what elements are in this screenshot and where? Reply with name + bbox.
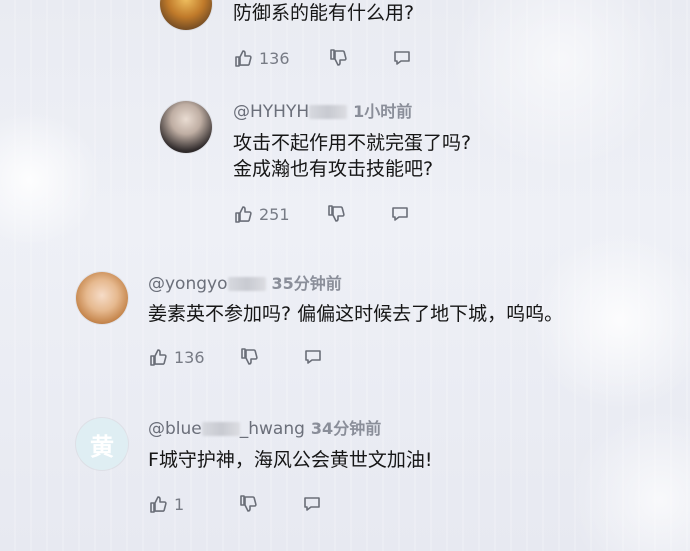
avatar[interactable] xyxy=(160,0,212,30)
username-redacted xyxy=(201,422,240,436)
comment-meta: @HYHYH 1小时前 xyxy=(233,98,412,122)
reply-button[interactable] xyxy=(303,347,323,367)
avatar[interactable] xyxy=(160,101,212,153)
comment-meta: @blue _hwang 34分钟前 xyxy=(148,415,381,439)
username-redacted xyxy=(227,277,266,291)
username-redacted xyxy=(309,105,348,119)
comment-text: F城守护神，海风公会黄世文加油! xyxy=(148,449,433,471)
comment-meta: @yongyo 35分钟前 xyxy=(148,270,342,294)
comment-actions: 136 xyxy=(233,48,412,68)
like-count: 136 xyxy=(174,347,205,367)
timestamp: 1小时前 xyxy=(353,102,413,121)
thumbs-up-icon xyxy=(235,50,252,67)
reply-icon xyxy=(304,350,321,364)
thumbs-up-icon xyxy=(235,206,252,223)
dislike-button[interactable] xyxy=(239,347,259,367)
dislike-button[interactable] xyxy=(328,48,348,68)
avatar-initial: 黄 xyxy=(90,432,114,461)
username[interactable]: @blue _hwang xyxy=(148,419,305,439)
like-button[interactable]: 136 xyxy=(233,48,290,68)
comment-text: 攻击不起作用不就完蛋了吗? 金成瀚也有攻击技能吧? xyxy=(233,132,472,180)
avatar[interactable] xyxy=(76,272,128,324)
like-button[interactable]: 136 xyxy=(148,347,205,367)
reply-button[interactable] xyxy=(390,204,410,224)
username[interactable]: @yongyo xyxy=(148,274,228,294)
reply-button[interactable] xyxy=(392,48,412,68)
dislike-button[interactable] xyxy=(326,204,346,224)
thumbs-up-icon xyxy=(150,349,167,366)
reply-icon xyxy=(304,497,320,511)
comment-text: 姜素英不参加吗? 偏偏这时候去了地下城，呜呜。 xyxy=(148,303,564,325)
timestamp: 34分钟前 xyxy=(310,419,382,438)
thumbs-down-icon xyxy=(327,205,345,222)
like-button[interactable]: 1 xyxy=(148,494,184,514)
thumbs-down-icon xyxy=(240,348,258,365)
like-count: 1 xyxy=(174,494,185,514)
dislike-button[interactable] xyxy=(238,494,258,514)
like-button[interactable]: 251 xyxy=(233,204,290,224)
like-count: 136 xyxy=(259,48,290,68)
thumbs-down-icon xyxy=(240,495,257,512)
comment-actions: 251 xyxy=(233,204,410,224)
avatar[interactable]: 黄 xyxy=(76,418,128,470)
username[interactable]: @HYHYH xyxy=(233,102,309,122)
like-count: 251 xyxy=(259,204,290,224)
comment-actions: 136 xyxy=(148,347,323,367)
comment-text: 防御系的能有什么用? xyxy=(233,2,415,24)
thumbs-up-icon xyxy=(150,496,167,513)
reply-icon xyxy=(391,207,408,221)
timestamp: 35分钟前 xyxy=(271,274,342,293)
reply-button[interactable] xyxy=(302,494,322,514)
reply-icon xyxy=(393,51,410,65)
thumbs-down-icon xyxy=(329,49,347,66)
comment-actions: 1 xyxy=(148,494,322,514)
